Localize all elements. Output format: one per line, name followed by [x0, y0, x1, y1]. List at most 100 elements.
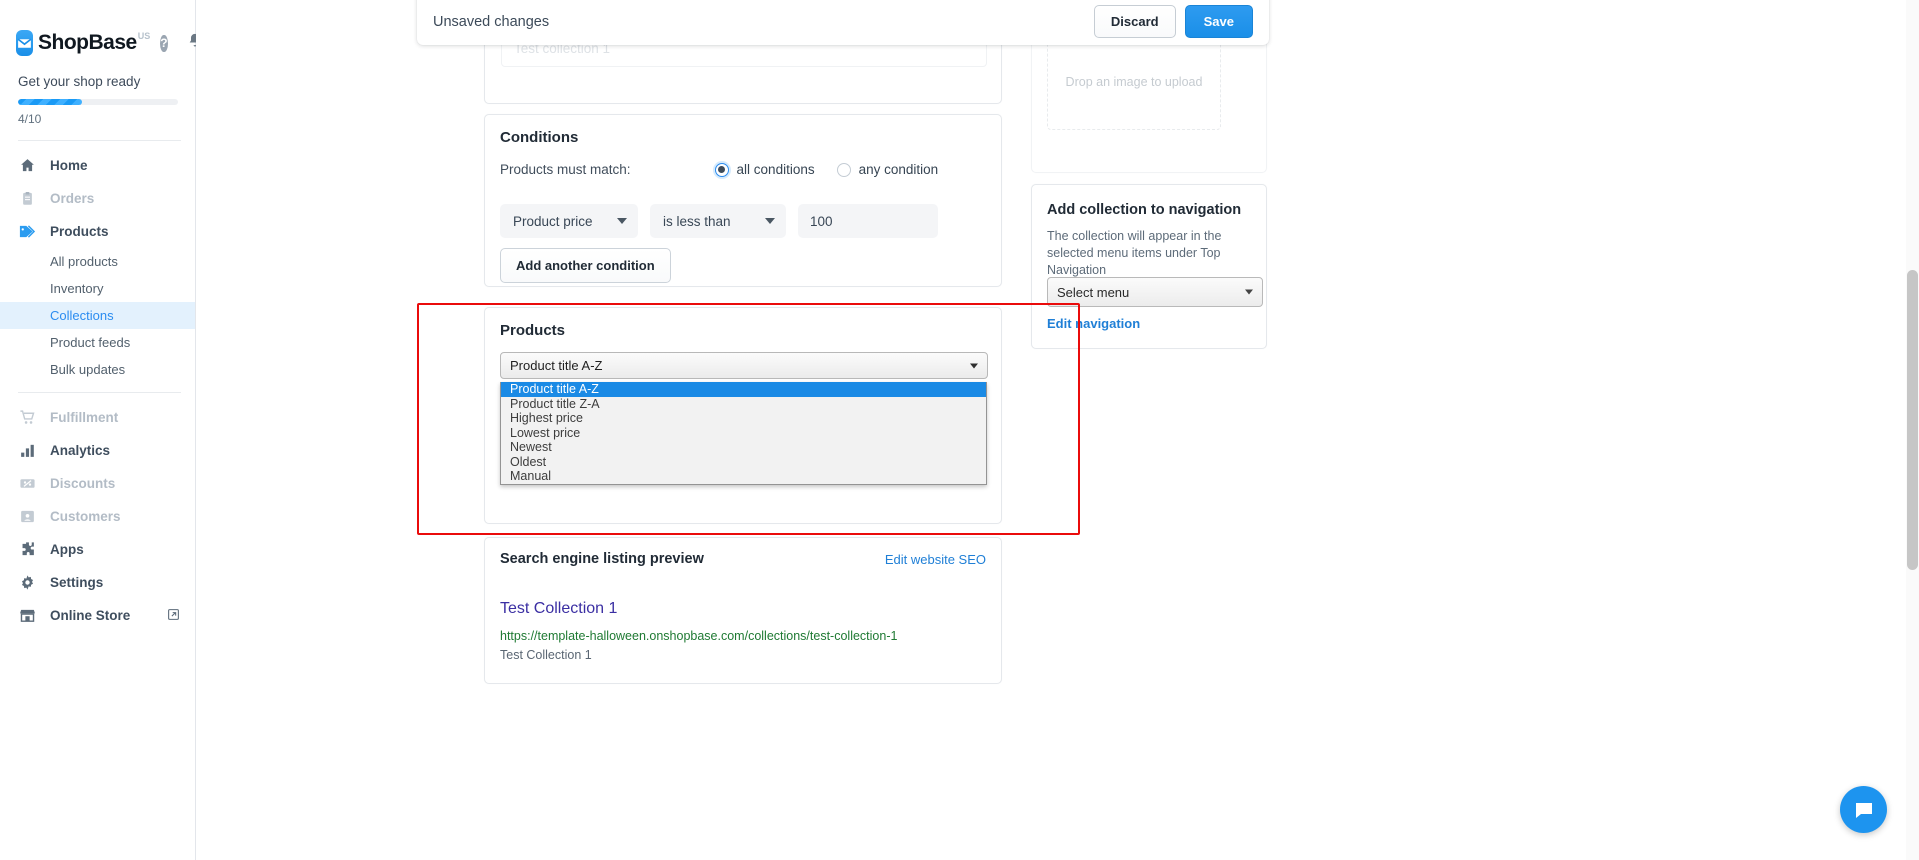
- products-card: Products Product title A-Z Product title…: [484, 307, 1002, 524]
- conditions-card: Conditions Products must match: all cond…: [484, 114, 1002, 287]
- savebar-actions: Discard Save: [1094, 5, 1253, 38]
- sort-option-product-title-za[interactable]: Product title Z-A: [501, 397, 986, 412]
- products-heading: Products: [500, 322, 565, 339]
- conditions-heading: Conditions: [500, 129, 578, 146]
- customers-icon: [18, 508, 36, 526]
- sidebar-item-all-products[interactable]: All products: [0, 248, 195, 275]
- onboarding-progress-label: 4/10: [18, 112, 179, 126]
- seo-result-description: Test Collection 1: [500, 648, 592, 662]
- chat-bubble-icon[interactable]: [1840, 786, 1887, 833]
- page-scrollbar-thumb[interactable]: [1907, 270, 1918, 570]
- sidebar-item-label: Settings: [50, 575, 103, 590]
- sidebar-subitem-label: Inventory: [50, 281, 103, 296]
- percent-tag-icon: [18, 475, 36, 493]
- sidebar-item-customers[interactable]: Customers: [0, 500, 195, 533]
- sidebar-subitem-label: Bulk updates: [50, 362, 125, 377]
- dropzone-label: Drop an image to upload: [1066, 75, 1203, 89]
- home-icon: [18, 157, 36, 175]
- radio-all-conditions-label: all conditions: [737, 162, 815, 177]
- conditions-match-row: Products must match: all conditions any …: [500, 162, 952, 177]
- sort-option-newest[interactable]: Newest: [501, 440, 986, 455]
- question-mark-icon[interactable]: ?: [160, 35, 167, 52]
- brand-row: ShopBase US ?: [0, 0, 195, 56]
- sidebar-item-bulk-updates[interactable]: Bulk updates: [0, 356, 195, 383]
- radio-all-conditions[interactable]: [715, 163, 729, 177]
- bar-chart-icon: [18, 442, 36, 460]
- sidebar-item-home[interactable]: Home: [0, 149, 195, 182]
- unsaved-changes-bar: Unsaved changes Discard Save: [417, 0, 1269, 45]
- sort-option-oldest[interactable]: Oldest: [501, 455, 986, 470]
- seo-result-title[interactable]: Test Collection 1: [500, 600, 617, 618]
- sidebar-item-product-feeds[interactable]: Product feeds: [0, 329, 195, 356]
- sort-option-product-title-az[interactable]: Product title A-Z: [501, 382, 986, 397]
- main-content: Collection image Drop an image to upload…: [196, 0, 1919, 860]
- sidebar-item-settings[interactable]: Settings: [0, 566, 195, 599]
- product-sort-select[interactable]: Product title A-Z: [500, 352, 988, 379]
- store-icon: [18, 607, 36, 625]
- select-menu-value: Select menu: [1057, 285, 1129, 300]
- sidebar-item-analytics[interactable]: Analytics: [0, 434, 195, 467]
- onboarding-title: Get your shop ready: [18, 74, 179, 89]
- onboarding-progress-fill: [18, 99, 82, 105]
- chevron-down-icon: [617, 218, 627, 224]
- condition-rule-row: Product price is less than: [500, 204, 938, 238]
- sidebar-subitem-label: Product feeds: [50, 335, 130, 350]
- sidebar-item-fulfillment[interactable]: Fulfillment: [0, 401, 195, 434]
- sidebar-item-orders[interactable]: Orders: [0, 182, 195, 215]
- sort-option-highest-price[interactable]: Highest price: [501, 411, 986, 426]
- product-sort-options-list[interactable]: Product title A-Z Product title Z-A High…: [500, 382, 987, 485]
- chevron-down-icon: [1245, 290, 1253, 295]
- condition-value-input[interactable]: [798, 204, 938, 238]
- sidebar: ShopBase US ? Get your shop ready 4/10 H…: [0, 0, 196, 860]
- sidebar-item-inventory[interactable]: Inventory: [0, 275, 195, 302]
- shopbase-logo-icon: [16, 30, 33, 56]
- gear-icon: [18, 574, 36, 592]
- seo-heading: Search engine listing preview: [500, 551, 704, 567]
- add-to-navigation-card: Add collection to navigation The collect…: [1031, 184, 1267, 349]
- sidebar-item-label: Customers: [50, 509, 121, 524]
- puzzle-icon: [18, 541, 36, 559]
- sidebar-item-label: Apps: [50, 542, 84, 557]
- sidebar-item-discounts[interactable]: Discounts: [0, 467, 195, 500]
- onboarding-progress-bar: [18, 99, 178, 105]
- condition-operator-select[interactable]: is less than: [650, 204, 786, 238]
- sort-option-manual[interactable]: Manual: [501, 469, 986, 484]
- sidebar-item-label: Home: [50, 158, 88, 173]
- unsaved-changes-label: Unsaved changes: [433, 14, 549, 30]
- tag-icon: [18, 223, 36, 241]
- sidebar-divider-top: [18, 140, 181, 141]
- save-button[interactable]: Save: [1185, 5, 1253, 38]
- match-radio-group: all conditions any condition: [715, 162, 953, 177]
- navigation-card-heading: Add collection to navigation: [1047, 202, 1241, 218]
- brand-name: ShopBase: [38, 31, 137, 55]
- seo-result-url: https://template-halloween.onshopbase.co…: [500, 629, 897, 643]
- page-scrollbar-track[interactable]: [1906, 0, 1919, 860]
- sidebar-item-label: Fulfillment: [50, 410, 118, 425]
- image-dropzone[interactable]: Drop an image to upload: [1047, 33, 1221, 130]
- chevron-down-icon: [765, 218, 775, 224]
- sidebar-item-label: Orders: [50, 191, 94, 206]
- sidebar-item-products[interactable]: Products: [0, 215, 195, 248]
- condition-attribute-value: Product price: [513, 214, 593, 229]
- radio-any-condition[interactable]: [837, 163, 851, 177]
- sort-option-lowest-price[interactable]: Lowest price: [501, 426, 986, 441]
- external-link-icon: [167, 608, 180, 624]
- select-menu-dropdown[interactable]: Select menu: [1047, 277, 1263, 307]
- sidebar-item-label: Analytics: [50, 443, 110, 458]
- brand-region: US: [138, 31, 151, 41]
- sidebar-item-collections[interactable]: Collections: [0, 302, 195, 329]
- product-sort-value: Product title A-Z: [510, 358, 602, 373]
- app-root: ShopBase US ? Get your shop ready 4/10 H…: [0, 0, 1919, 860]
- onboarding-widget: Get your shop ready 4/10: [0, 56, 195, 126]
- discard-button[interactable]: Discard: [1094, 5, 1176, 38]
- edit-website-seo-link[interactable]: Edit website SEO: [885, 552, 986, 567]
- edit-navigation-link[interactable]: Edit navigation: [1047, 316, 1140, 331]
- sidebar-item-online-store[interactable]: Online Store: [0, 599, 195, 632]
- add-another-condition-button[interactable]: Add another condition: [500, 248, 671, 283]
- sidebar-item-apps[interactable]: Apps: [0, 533, 195, 566]
- sidebar-nav: Home Orders Products All products Invent…: [0, 149, 195, 632]
- sidebar-item-label: Products: [50, 224, 109, 239]
- match-label: Products must match:: [500, 162, 631, 177]
- radio-any-condition-label: any condition: [859, 162, 939, 177]
- condition-attribute-select[interactable]: Product price: [500, 204, 638, 238]
